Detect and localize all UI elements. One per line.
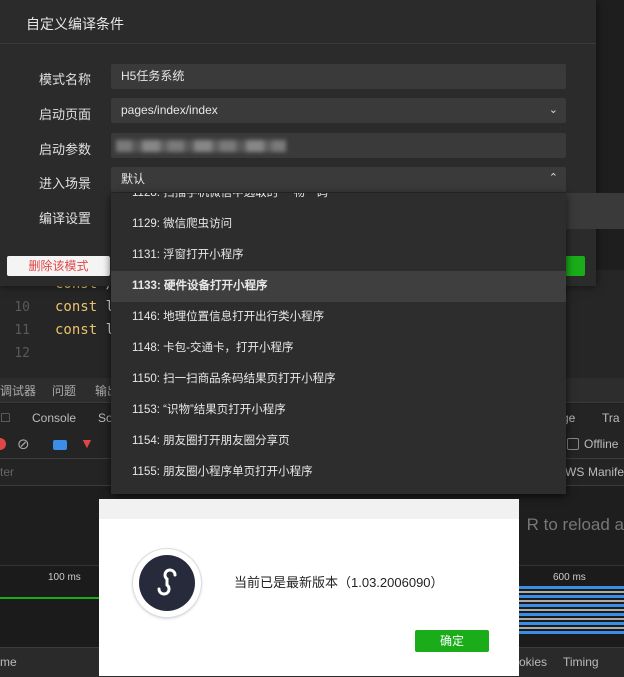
camera-icon[interactable]	[53, 440, 67, 450]
tab-timing[interactable]: Timing	[563, 655, 599, 669]
mode-name-label: 模式名称	[39, 72, 92, 87]
scene-select[interactable]: 默认 ⌃	[111, 167, 566, 192]
line-number: 11	[14, 323, 30, 338]
scene-option-selected[interactable]: 1133: 硬件设备打开小程序	[111, 271, 566, 302]
timeline-bar	[0, 597, 99, 599]
panel-icon: ☐	[0, 411, 11, 425]
redacted-value	[116, 140, 286, 152]
chevron-up-icon: ⌃	[548, 172, 558, 184]
clear-icon[interactable]: ⊘	[17, 435, 30, 453]
delete-mode-button[interactable]: 删除该模式	[7, 256, 110, 276]
scene-option[interactable]: 1131: 浮窗打开小程序	[111, 240, 566, 271]
scene-dropdown: 1128: 扫描手机微信中选取的“一物一码” 1129: 微信爬虫访问 1131…	[111, 193, 566, 494]
scene-option[interactable]: 1150: 扫一扫商品条码结果页打开小程序	[111, 364, 566, 395]
start-page-label: 启动页面	[39, 107, 92, 122]
scene-label: 进入场景	[39, 176, 92, 191]
line-number: 10	[14, 300, 30, 315]
tab-manifest[interactable]: Manife	[588, 465, 624, 479]
filter-icon[interactable]: ▼	[80, 435, 94, 451]
start-page-select[interactable]: pages/index/index ⌄	[111, 98, 566, 123]
compile-settings-label: 编译设置	[39, 211, 92, 226]
mode-name-input[interactable]: H5任务系统	[111, 64, 566, 89]
chevron-down-icon: ⌄	[548, 104, 558, 116]
dialog-header: 自定义编译条件	[0, 0, 596, 44]
scene-option[interactable]: 1148: 卡包-交通卡，打开小程序	[111, 333, 566, 364]
line-number: 12	[14, 346, 30, 361]
modal-titlebar	[99, 499, 519, 519]
timeline-bars	[519, 586, 624, 636]
offline-checkbox[interactable]	[567, 438, 579, 450]
update-modal: 当前已是最新版本（1.03.2006090） 确定	[99, 499, 519, 676]
reload-hint: R to reload a	[526, 515, 624, 534]
scene-option[interactable]: 1146: 地理位置信息打开出行类小程序	[111, 302, 566, 333]
tab-debugger[interactable]: 调试器	[0, 382, 36, 399]
tab-cookies[interactable]: okies	[519, 655, 547, 669]
tab-trace[interactable]: Tra	[602, 411, 620, 425]
compile-settings-field[interactable]	[566, 193, 624, 229]
timeline-tick: 600 ms	[553, 572, 586, 583]
dialog-title: 自定义编译条件	[26, 16, 124, 32]
filter-input[interactable]: ter	[0, 465, 14, 479]
scene-option[interactable]: 1155: 朋友圈小程序单页打开小程序	[111, 457, 566, 488]
code-line: const l	[55, 322, 115, 338]
miniprogram-logo	[133, 549, 201, 617]
miniprogram-logo-icon	[157, 568, 177, 596]
record-icon[interactable]	[0, 438, 6, 450]
timeline-tick: 100 ms	[48, 572, 81, 583]
ok-button[interactable]: 确定	[415, 630, 489, 652]
tab-console[interactable]: Console	[32, 411, 76, 425]
confirm-button[interactable]	[566, 256, 585, 276]
tab-ws[interactable]: WS	[565, 465, 584, 479]
start-params-input[interactable]	[111, 133, 566, 158]
version-message: 当前已是最新版本（1.03.2006090）	[234, 575, 444, 590]
offline-label: Offline	[584, 437, 619, 451]
scene-option[interactable]: 1129: 微信爬虫访问	[111, 209, 566, 240]
scene-option[interactable]: 1128: 扫描手机微信中选取的“一物一码”	[111, 193, 566, 209]
scene-option[interactable]: 1153: “识物”结果页打开小程序	[111, 395, 566, 426]
start-params-label: 启动参数	[39, 142, 92, 157]
scene-option[interactable]: 1154: 朋友圈打开朋友圈分享页	[111, 426, 566, 457]
code-line: const l	[55, 299, 115, 315]
tab-problems[interactable]: 问题	[52, 382, 76, 399]
tab-name[interactable]: me	[0, 655, 17, 669]
